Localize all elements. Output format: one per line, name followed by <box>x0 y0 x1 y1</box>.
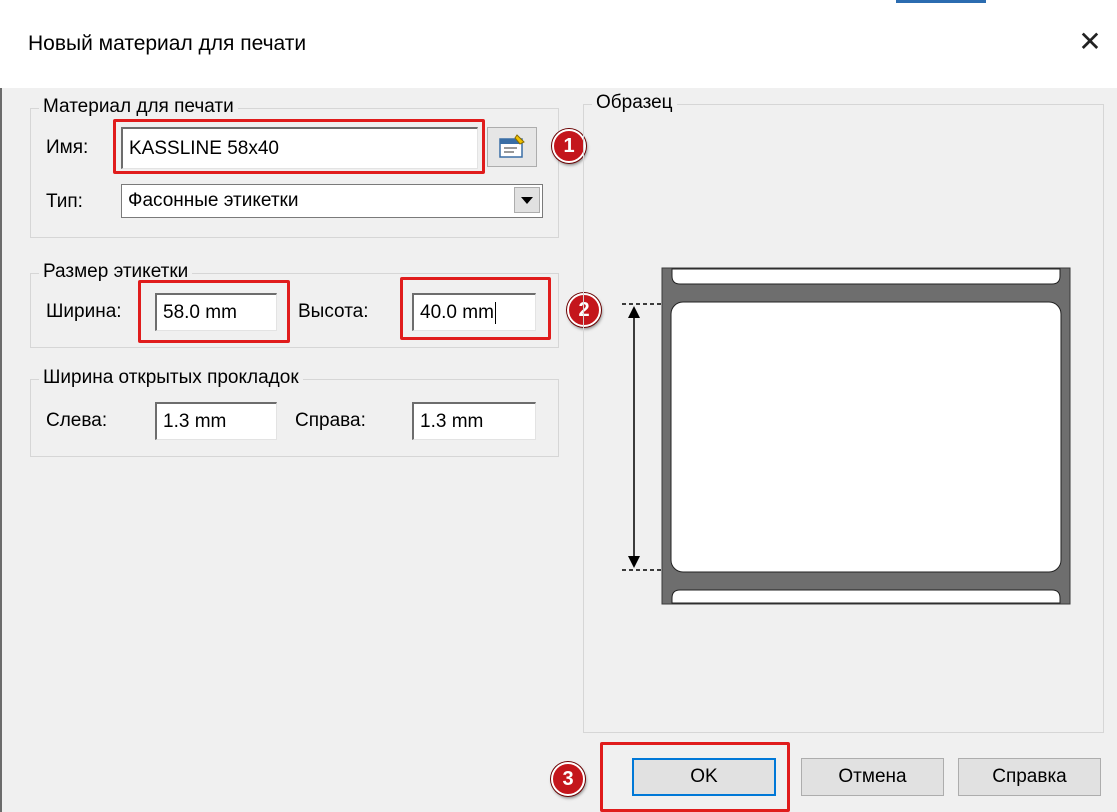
width-input[interactable]: 58.0 mm <box>155 293 277 331</box>
type-label: Тип: <box>46 191 83 212</box>
title-bar: Новый материал для печати ✕ <box>0 0 1117 88</box>
label-preview <box>622 267 1071 605</box>
close-icon[interactable]: ✕ <box>1070 22 1110 62</box>
height-input[interactable]: 40.0 mm <box>412 293 536 331</box>
step-badge-1: 1 <box>552 129 586 163</box>
dialog-title: Новый материал для печати <box>28 32 307 55</box>
preview-label-next <box>671 589 1061 604</box>
width-label: Ширина: <box>46 301 122 322</box>
dropdown-button[interactable] <box>514 187 540 213</box>
left-gap-label: Слева: <box>46 410 108 431</box>
dimension-arrowhead-top <box>628 306 640 318</box>
accent-line <box>896 0 986 3</box>
height-input-value: 40.0 mm <box>420 301 494 323</box>
type-select-value: Фасонные этикетки <box>128 190 299 211</box>
properties-icon <box>499 134 525 158</box>
dialog-window: Новый материал для печати ✕ Материал для… <box>0 0 1117 812</box>
size-group-legend: Размер этикетки <box>39 261 193 283</box>
name-label: Имя: <box>46 137 89 158</box>
height-label: Высота: <box>298 301 369 322</box>
help-button[interactable]: Справка <box>958 758 1101 796</box>
window-border <box>0 88 2 812</box>
dimension-arrowhead-bottom <box>628 556 640 568</box>
preview-label-current <box>670 301 1062 573</box>
type-select[interactable]: Фасонные этикетки <box>121 184 543 218</box>
media-group-legend: Материал для печати <box>39 96 238 118</box>
gap-group-legend: Ширина открытых прокладок <box>39 367 303 389</box>
step-badge-3: 3 <box>551 762 585 796</box>
right-gap-label: Справа: <box>295 410 366 431</box>
chevron-down-icon <box>521 196 533 204</box>
name-input[interactable]: KASSLINE 58x40 <box>121 127 478 169</box>
preview-label-previous <box>671 268 1061 285</box>
text-cursor <box>494 301 496 324</box>
cancel-button[interactable]: Отмена <box>801 758 944 796</box>
browse-button[interactable] <box>487 127 537 167</box>
right-gap-input[interactable]: 1.3 mm <box>412 402 536 440</box>
left-gap-input[interactable]: 1.3 mm <box>155 402 277 440</box>
preview-group-legend: Образец <box>592 92 677 114</box>
ok-button[interactable]: OK <box>632 758 776 796</box>
